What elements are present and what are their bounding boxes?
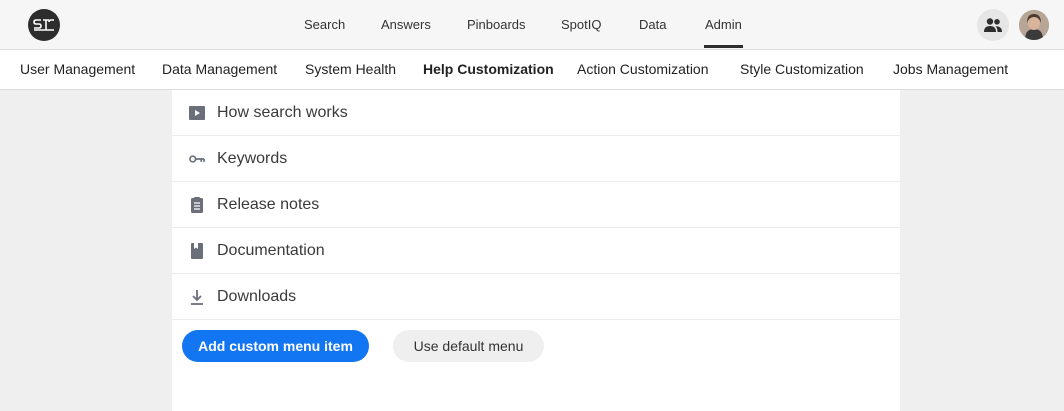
help-item-label: Documentation — [217, 242, 325, 259]
nav-spotiq[interactable]: SpotIQ — [561, 0, 601, 50]
tab-data-management[interactable]: Data Management — [162, 50, 277, 88]
nav-answers[interactable]: Answers — [381, 0, 431, 50]
tab-system-health[interactable]: System Health — [305, 50, 396, 88]
clipboard-icon — [189, 197, 205, 213]
download-icon — [189, 289, 205, 305]
help-menu-panel: How search works Keywords Release notes … — [172, 90, 900, 411]
help-item-downloads[interactable]: Downloads — [172, 274, 900, 320]
help-item-documentation[interactable]: Documentation — [172, 228, 900, 274]
help-item-label: Downloads — [217, 288, 297, 305]
nav-pinboards[interactable]: Pinboards — [467, 0, 526, 50]
book-icon — [189, 243, 205, 259]
use-default-menu-button[interactable]: Use default menu — [393, 330, 544, 362]
thoughtspot-logo-icon[interactable] — [28, 9, 60, 41]
nav-search[interactable]: Search — [304, 0, 345, 50]
tab-jobs-management[interactable]: Jobs Management — [893, 50, 1008, 88]
tab-action-customization[interactable]: Action Customization — [577, 50, 709, 88]
tab-help-customization[interactable]: Help Customization — [423, 50, 554, 88]
tab-style-customization[interactable]: Style Customization — [740, 50, 864, 88]
help-item-label: Keywords — [217, 150, 288, 167]
key-icon — [189, 151, 205, 167]
nav-admin[interactable]: Admin — [704, 0, 743, 50]
help-item-keywords[interactable]: Keywords — [172, 136, 900, 182]
tab-user-management[interactable]: User Management — [20, 50, 135, 88]
help-item-how-search-works[interactable]: How search works — [172, 90, 900, 136]
add-custom-menu-item-button[interactable]: Add custom menu item — [182, 330, 369, 362]
help-item-label: Release notes — [217, 196, 320, 213]
nav-data[interactable]: Data — [639, 0, 666, 50]
video-play-icon — [189, 105, 205, 121]
top-bar: Search Answers Pinboards SpotIQ Data Adm… — [0, 0, 1064, 50]
user-avatar[interactable] — [1019, 10, 1049, 40]
people-icon[interactable] — [977, 9, 1009, 41]
help-item-label: How search works — [217, 104, 348, 121]
help-item-release-notes[interactable]: Release notes — [172, 182, 900, 228]
admin-tabs: User Management Data Management System H… — [0, 50, 1064, 90]
